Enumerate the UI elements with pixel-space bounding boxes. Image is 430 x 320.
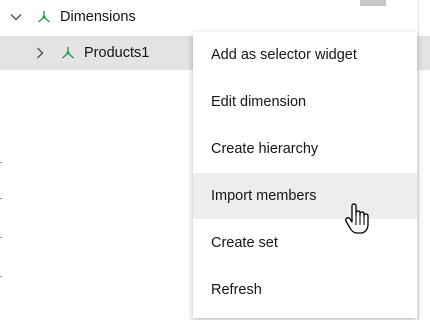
menu-item-edit-dimension[interactable]: Edit dimension [193,79,417,125]
edge-tick [0,162,2,163]
edge-tick [0,237,2,238]
menu-item-import-members[interactable]: Import members [193,173,417,219]
dimension-icon [38,11,50,23]
menu-item-add-as-selector-widget[interactable]: Add as selector widget [193,32,417,78]
tree-item-dimensions[interactable]: Dimensions [0,1,430,33]
dimension-icon [62,47,74,59]
menu-item-create-set[interactable]: Create set [193,220,417,266]
chevron-right-icon[interactable] [33,46,47,60]
menu-item-refresh[interactable]: Refresh [193,267,417,313]
edge-tick [0,276,2,277]
hand-pointer-icon [345,203,369,234]
tree-item-label: Products1 [84,45,150,61]
context-menu: Add as selector widget Edit dimension Cr… [193,32,417,318]
edge-tick [0,198,2,199]
chevron-down-icon[interactable] [9,10,23,24]
menu-item-create-hierarchy[interactable]: Create hierarchy [193,126,417,172]
tree-item-label: Dimensions [60,9,136,25]
